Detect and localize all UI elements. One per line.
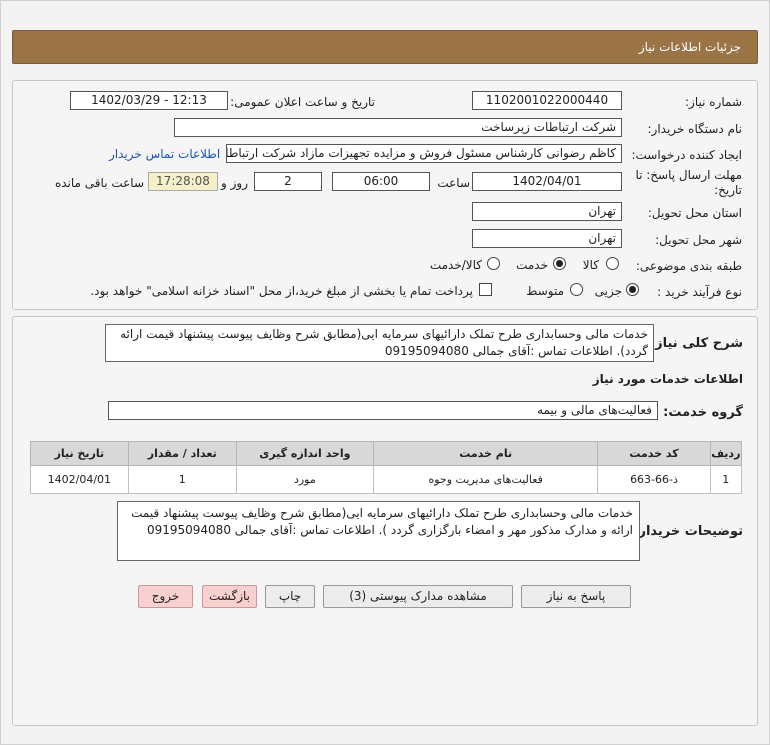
remaining-label: ساعت باقی مانده: [54, 176, 144, 190]
purchase-medium-label: متوسط: [526, 284, 564, 298]
cell-unit: مورد: [235, 465, 374, 494]
treasury-payment-checkbox[interactable]: [479, 283, 492, 296]
deadline-date-field: 1402/04/01: [472, 172, 622, 191]
days-remaining-field: 2: [254, 172, 322, 191]
general-description-box: خدمات مالی وحسابداری طرح تملک دارائیهای …: [105, 324, 654, 362]
purchase-minor-label: جزیی: [594, 284, 622, 298]
col-header-row-number: ردیف: [709, 441, 743, 466]
category-goods-label: کالا: [582, 258, 599, 272]
buyer-contact-link[interactable]: اطلاعات تماس خریدار: [109, 147, 220, 161]
service-group-label: گروه خدمت:: [663, 405, 743, 420]
category-goods-service-label: کالا/خدمت: [429, 258, 482, 272]
cell-service-code: ذ-66-663: [597, 465, 711, 494]
category-service-radio[interactable]: [553, 257, 566, 270]
service-group-field: فعالیت‌های مالی و بیمه: [108, 401, 658, 420]
announce-field: 1402/03/29 - 12:13: [70, 91, 228, 110]
buyer-notes-label: توضیحات خریدار:: [633, 524, 743, 539]
city-label: شهر محل تحویل:: [655, 233, 742, 247]
category-service-label: خدمت: [516, 258, 548, 272]
need-number-label: شماره نیاز:: [685, 95, 742, 109]
need-number-field: 1102001022000440: [472, 91, 622, 110]
reply-button[interactable]: پاسخ به نیاز: [521, 585, 631, 608]
table-row: 1 ذ-66-663 فعالیت‌های مدیریت وجوه مورد 1…: [30, 465, 743, 494]
remaining-time-field: 17:28:08: [148, 172, 218, 191]
col-header-quantity: تعداد / مقدار: [127, 441, 237, 466]
city-field: تهران: [472, 229, 622, 248]
purchase-minor-radio[interactable]: [626, 283, 639, 296]
cell-service-name: فعالیت‌های مدیریت وجوه: [372, 465, 599, 494]
deadline-label-date: تاریخ:: [714, 183, 742, 197]
col-header-unit: واحد اندازه گیری: [235, 441, 374, 466]
purchase-medium-radio[interactable]: [570, 283, 583, 296]
deadline-time-label: ساعت: [437, 176, 470, 190]
requester-label: ایجاد کننده درخواست:: [631, 148, 742, 162]
cell-need-date: 1402/04/01: [30, 465, 129, 494]
col-header-service-name: نام خدمت: [372, 441, 599, 466]
buyer-org-label: نام دستگاه خریدار:: [647, 122, 743, 136]
services-info-header: اطلاعات خدمات مورد نیاز: [592, 372, 743, 386]
deadline-time-field: 06:00: [332, 172, 430, 191]
cell-quantity: 1: [127, 465, 237, 494]
province-label: استان محل تحویل:: [647, 206, 742, 220]
cell-row-number: 1: [709, 465, 743, 494]
services-table-header-row: ردیف کد خدمت نام خدمت واحد اندازه گیری ت…: [30, 441, 743, 466]
buyer-org-field: شرکت ارتباطات زیرساخت: [174, 118, 622, 137]
category-goods-radio[interactable]: [606, 257, 619, 270]
general-description-label: شرح کلی نیاز:: [649, 336, 743, 351]
requester-field: کاظم رضوانی کارشناس مسئول فروش و مزایده …: [226, 144, 622, 163]
page-title: جزئیات اطلاعات نیاز: [638, 40, 741, 54]
category-label: طبقه بندی موضوعی:: [635, 259, 742, 273]
province-field: تهران: [472, 202, 622, 221]
days-label: روز و: [221, 176, 248, 190]
deadline-label: مهلت ارسال پاسخ: تا: [635, 168, 742, 182]
view-attachments-button[interactable]: مشاهده مدارک پیوستی (3): [323, 585, 513, 608]
back-button[interactable]: بازگشت: [202, 585, 257, 608]
col-header-need-date: تاریخ نیاز: [30, 441, 129, 466]
treasury-payment-note: پرداخت تمام یا بخشی از مبلغ خرید،از محل …: [90, 284, 473, 298]
print-button[interactable]: چاپ: [265, 585, 315, 608]
category-goods-service-radio[interactable]: [487, 257, 500, 270]
announce-label: تاریخ و ساعت اعلان عمومی:: [230, 95, 375, 109]
services-table: ردیف کد خدمت نام خدمت واحد اندازه گیری ت…: [30, 441, 743, 494]
page-header: جزئیات اطلاعات نیاز: [12, 30, 758, 64]
purchase-type-label: نوع فرآیند خرید :: [657, 285, 742, 299]
buyer-notes-box: خدمات مالی وحسابداری طرح تملک دارائیهای …: [117, 501, 640, 561]
col-header-service-code: کد خدمت: [597, 441, 711, 466]
exit-button[interactable]: خروج: [138, 585, 193, 608]
need-info-panel: [12, 80, 758, 310]
